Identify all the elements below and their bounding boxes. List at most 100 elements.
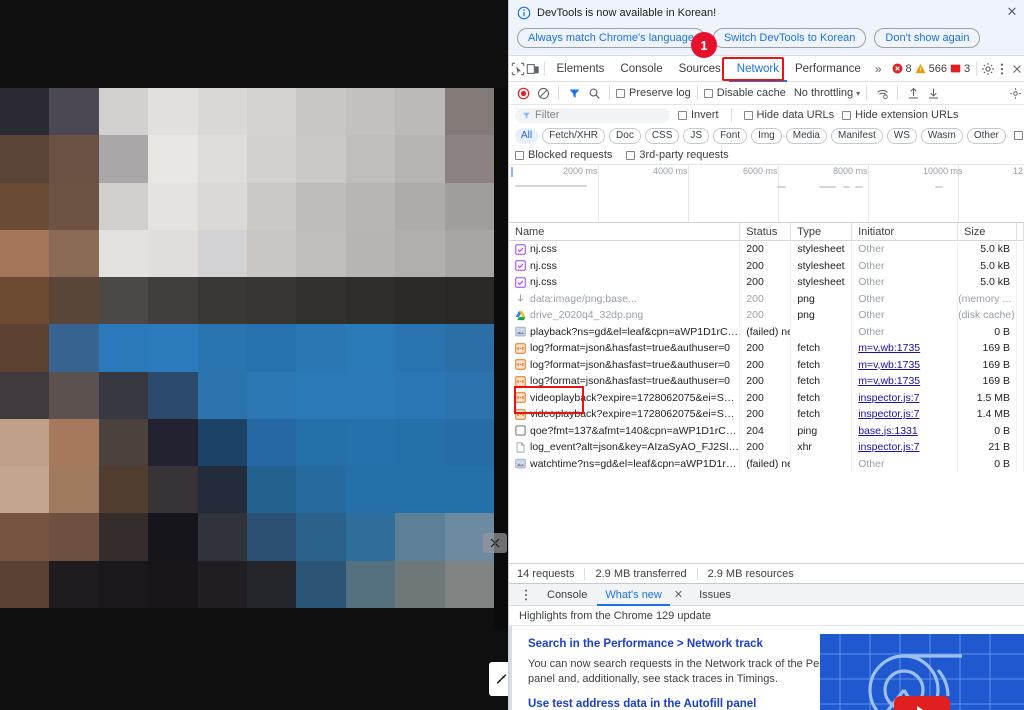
hide-extension-urls-checkbox[interactable]: Hide extension URLs bbox=[842, 109, 959, 121]
cell-initiator[interactable]: m=v,wb:1735 bbox=[852, 373, 959, 390]
table-row[interactable]: playback?ns=gd&el=leaf&cpn=aWP1D1rCethsg… bbox=[509, 323, 1024, 340]
network-toolbar: Preserve log Disable cache No throttling… bbox=[509, 82, 1024, 105]
cell-initiator[interactable]: inspector.js:7 bbox=[852, 439, 959, 456]
cell-name[interactable]: qoe?fmt=137&afmt=140&cpn=aWP1D1rCethsg..… bbox=[509, 422, 741, 439]
cell-name[interactable]: nj.css bbox=[509, 241, 741, 258]
switch-to-korean-button[interactable]: Switch DevTools to Korean bbox=[712, 28, 867, 48]
more-tabs-icon[interactable]: » bbox=[869, 62, 888, 76]
drawer-tab-console[interactable]: Console bbox=[539, 584, 595, 606]
gear-icon[interactable] bbox=[981, 58, 995, 80]
close-icon[interactable]: ✕ bbox=[1004, 4, 1020, 20]
cell-name[interactable]: log_event?alt=json&key=AIzaSyAO_FJ2SlqU8… bbox=[509, 439, 741, 456]
cell-name[interactable]: log?format=json&hasfast=true&authuser=0 bbox=[509, 340, 741, 357]
table-row[interactable]: nj.css 200 stylesheet Other 5.0 kB bbox=[509, 241, 1024, 258]
issue-counters[interactable]: 8 566 3 bbox=[892, 63, 970, 75]
type-chip-img[interactable]: Img bbox=[751, 127, 782, 144]
collapse-arrows-icon[interactable] bbox=[483, 533, 507, 553]
tab-elements[interactable]: Elements bbox=[548, 56, 612, 82]
type-chip-media[interactable]: Media bbox=[785, 127, 827, 144]
drawer-tab-issues[interactable]: Issues bbox=[691, 584, 739, 606]
close-icon[interactable]: ✕ bbox=[668, 584, 689, 606]
cell-initiator[interactable]: m=v,wb:1735 bbox=[852, 356, 959, 373]
type-chip-font[interactable]: Font bbox=[713, 127, 748, 144]
tab-network[interactable]: Network bbox=[729, 56, 787, 82]
cell-initiator[interactable]: m=v,wb:1735 bbox=[852, 340, 959, 357]
cell-name[interactable]: playback?ns=gd&el=leaf&cpn=aWP1D1rCethsg… bbox=[509, 323, 741, 340]
clear-icon[interactable] bbox=[534, 84, 552, 102]
table-row[interactable]: drive_2020q4_32dp.png 200 png Other (disk ca… bbox=[509, 307, 1024, 324]
drawer-tab-whats-new[interactable]: What's new bbox=[597, 584, 670, 606]
column-header-type[interactable]: Type bbox=[791, 222, 853, 241]
table-row[interactable]: qoe?fmt=137&afmt=140&cpn=aWP1D1rCethsg..… bbox=[509, 422, 1024, 439]
table-row[interactable]: log?format=json&hasfast=true&authuser=0 2… bbox=[509, 356, 1024, 373]
cell-name[interactable]: videoplayback?expire=1728062075&ei=S_j_Z… bbox=[509, 389, 741, 406]
table-row[interactable]: videoplayback?expire=1728062075&ei=S_j_Z… bbox=[509, 389, 1024, 406]
type-chip-all[interactable]: All bbox=[515, 127, 539, 144]
always-match-language-button[interactable]: Always match Chrome's language bbox=[517, 28, 705, 48]
table-row[interactable]: log_event?alt=json&key=AIzaSyAO_FJ2SlqU8… bbox=[509, 439, 1024, 456]
throttling-dropdown[interactable]: No throttling ▾ bbox=[794, 87, 860, 99]
type-chip-other[interactable]: Other bbox=[966, 127, 1006, 144]
disable-cache-checkbox[interactable]: Disable cache bbox=[703, 87, 786, 99]
cell-type bbox=[791, 323, 853, 340]
filter-input[interactable]: Filter bbox=[515, 107, 670, 123]
column-header-name[interactable]: Name bbox=[509, 222, 741, 241]
network-settings-icon[interactable] bbox=[1006, 84, 1024, 102]
export-har-icon[interactable] bbox=[924, 84, 942, 102]
column-header-size[interactable]: Size bbox=[958, 222, 1017, 241]
inspect-element-icon[interactable] bbox=[511, 58, 525, 80]
tab-performance[interactable]: Performance bbox=[787, 56, 869, 82]
whats-new-video-thumbnail[interactable]: new bbox=[820, 634, 1024, 710]
column-header-waterfall[interactable] bbox=[1017, 222, 1024, 241]
cell-initiator[interactable]: inspector.js:7 bbox=[852, 389, 959, 406]
type-chip-doc[interactable]: Doc bbox=[609, 127, 641, 144]
type-chip-manifest[interactable]: Manifest bbox=[831, 127, 883, 144]
cell-name[interactable]: log?format=json&hasfast=true&authuser=0 bbox=[509, 373, 741, 390]
table-row[interactable]: nj.css 200 stylesheet Other 5.0 kB bbox=[509, 257, 1024, 274]
column-header-status[interactable]: Status bbox=[740, 222, 792, 241]
blocked-response-cookies-checkbox[interactable]: Blocked response cooki bbox=[1013, 130, 1024, 142]
column-header-initiator[interactable]: Initiator bbox=[852, 222, 958, 241]
type-chip-css[interactable]: CSS bbox=[644, 127, 680, 144]
blocked-requests-checkbox[interactable]: Blocked requests bbox=[515, 149, 612, 161]
third-party-requests-checkbox[interactable]: 3rd-party requests bbox=[626, 149, 729, 161]
close-icon[interactable] bbox=[1010, 58, 1024, 80]
table-row[interactable]: log?format=json&hasfast=true&authuser=0 2… bbox=[509, 373, 1024, 390]
cell-initiator[interactable]: base.js:1331 bbox=[852, 422, 959, 439]
cell-name[interactable]: drive_2020q4_32dp.png bbox=[509, 307, 741, 324]
cell-name[interactable]: nj.css bbox=[509, 257, 741, 274]
table-row[interactable]: nj.css 200 stylesheet Other 5.0 kB bbox=[509, 274, 1024, 291]
type-chip-ws[interactable]: WS bbox=[886, 127, 917, 144]
table-row[interactable]: watchtime?ns=gd&el=leaf&cpn=aWP1D1rCeths… bbox=[509, 455, 1024, 472]
cell-initiator[interactable]: inspector.js:7 bbox=[852, 406, 959, 423]
search-icon[interactable] bbox=[585, 84, 603, 102]
cell-name[interactable]: videoplayback?expire=1728062075&ei=S_j_Z… bbox=[509, 406, 741, 423]
hide-data-urls-checkbox[interactable]: Hide data URLs bbox=[743, 109, 834, 121]
network-overview-timeline[interactable]: 2000 ms 4000 ms 6000 ms 8000 ms 10000 ms… bbox=[509, 165, 1024, 223]
cell-name[interactable]: log?format=json&hasfast=true&authuser=0 bbox=[509, 356, 741, 373]
preserve-log-checkbox[interactable]: Preserve log bbox=[616, 87, 691, 99]
type-chip-wasm[interactable]: Wasm bbox=[920, 127, 963, 144]
type-chip-js[interactable]: JS bbox=[683, 127, 710, 144]
tab-console[interactable]: Console bbox=[612, 56, 670, 82]
dont-show-again-button[interactable]: Don't show again bbox=[874, 28, 981, 48]
video-player[interactable] bbox=[0, 88, 494, 608]
kebab-menu-icon[interactable] bbox=[995, 58, 1009, 80]
kebab-menu-icon[interactable] bbox=[515, 584, 537, 606]
import-har-icon[interactable] bbox=[904, 84, 922, 102]
type-chip-fetch-xhr[interactable]: Fetch/XHR bbox=[542, 127, 606, 144]
cell-name[interactable]: data:image/png;base... bbox=[509, 290, 741, 307]
invert-checkbox[interactable]: Invert bbox=[678, 109, 719, 121]
filter-funnel-icon[interactable] bbox=[565, 84, 583, 102]
record-button[interactable] bbox=[514, 84, 532, 102]
message-icon bbox=[950, 63, 961, 74]
table-row[interactable]: data:image/png;base... 200 png Other (memory… bbox=[509, 290, 1024, 307]
device-toolbar-icon[interactable] bbox=[525, 58, 539, 80]
cell-name[interactable]: watchtime?ns=gd&el=leaf&cpn=aWP1D1rCeths… bbox=[509, 455, 741, 472]
table-row[interactable]: log?format=json&hasfast=true&authuser=0 2… bbox=[509, 340, 1024, 357]
tab-sources[interactable]: Sources bbox=[671, 56, 729, 82]
youtube-play-icon[interactable] bbox=[894, 696, 950, 710]
network-conditions-icon[interactable] bbox=[873, 84, 891, 102]
table-row[interactable]: videoplayback?expire=1728062075&ei=S_j_Z… bbox=[509, 406, 1024, 423]
cell-name[interactable]: nj.css bbox=[509, 274, 741, 291]
